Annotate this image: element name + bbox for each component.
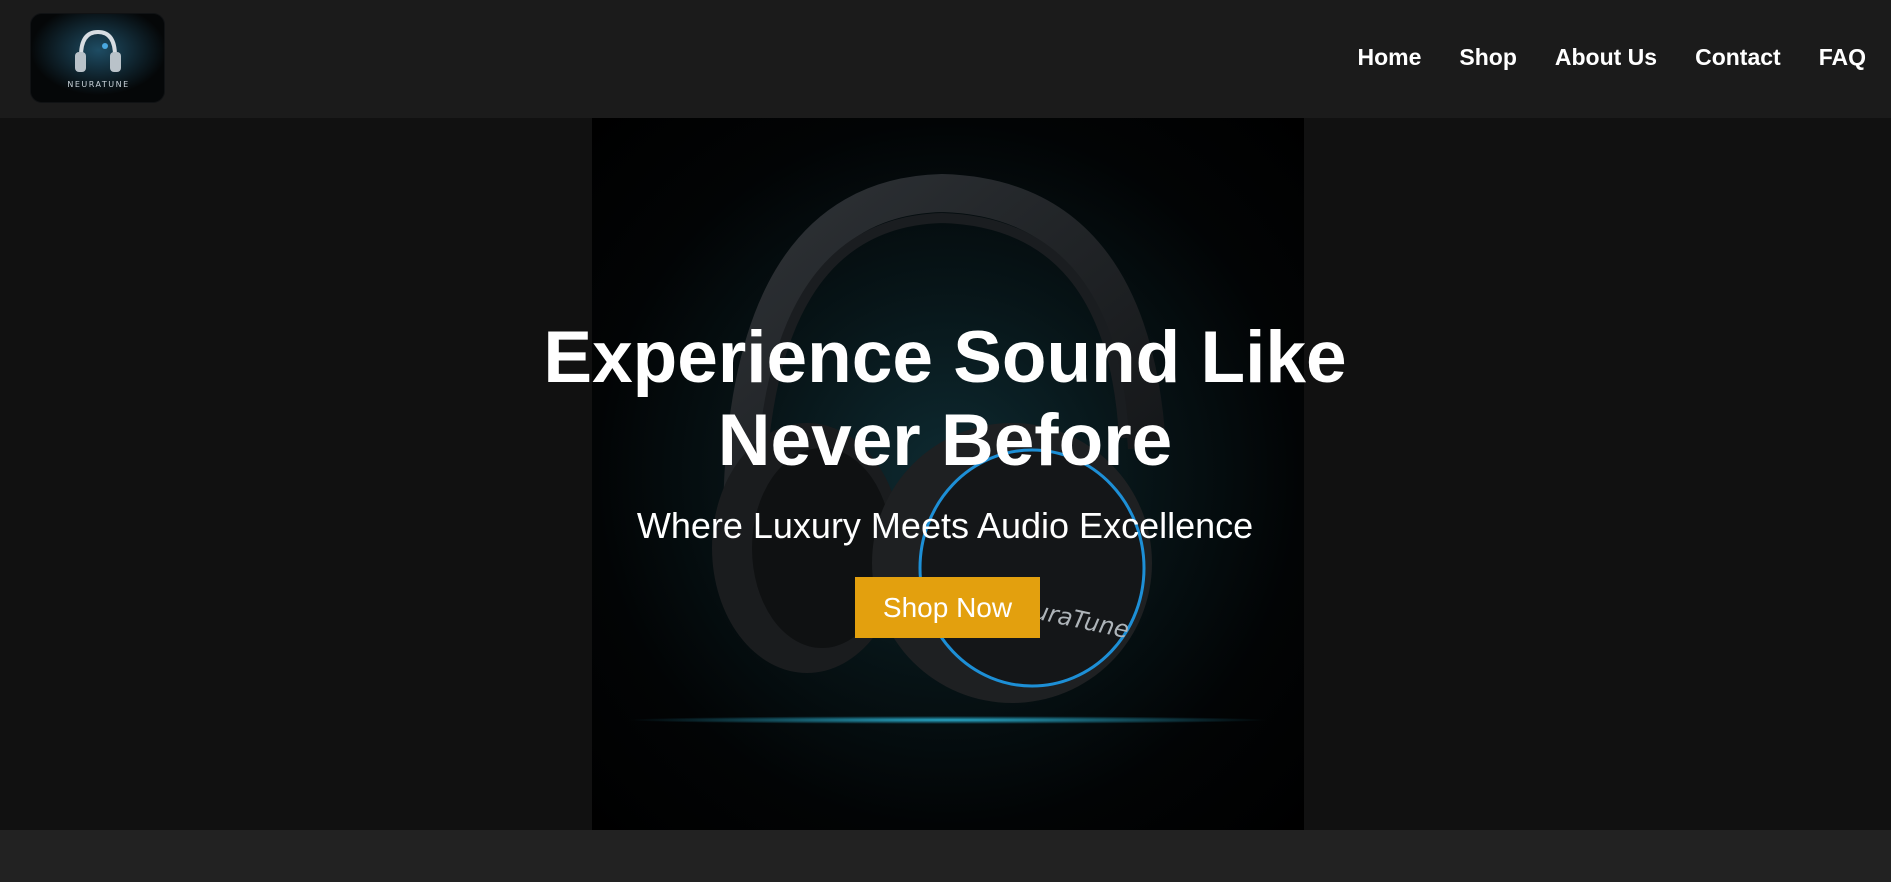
shop-now-button[interactable]: Shop Now [855,577,1040,638]
brand-logo[interactable]: NEURATUNE [30,13,165,103]
nav-shop[interactable]: Shop [1459,44,1517,71]
nav-home[interactable]: Home [1357,44,1421,71]
nav-about-us[interactable]: About Us [1555,44,1657,71]
logo-wordmark: NEURATUNE [67,80,130,89]
site-header: NEURATUNE Home Shop About Us Contact FAQ [0,0,1891,118]
headphones-icon [31,14,164,102]
hero-title-line-2: Never Before [717,400,1173,481]
hero-subtitle: Where Luxury Meets Audio Excellence [636,505,1254,546]
page-bottom-strip [0,830,1891,882]
nav-faq[interactable]: FAQ [1819,44,1866,71]
hero-section: uraTune Experience Sound Like Never Befo… [0,118,1891,830]
main-nav: Home Shop About Us Contact FAQ [1357,42,1866,72]
hero-title: Experience Sound Like Never Before [445,316,1445,482]
nav-contact[interactable]: Contact [1695,44,1781,71]
hero-title-line-1: Experience Sound Like [543,317,1347,398]
